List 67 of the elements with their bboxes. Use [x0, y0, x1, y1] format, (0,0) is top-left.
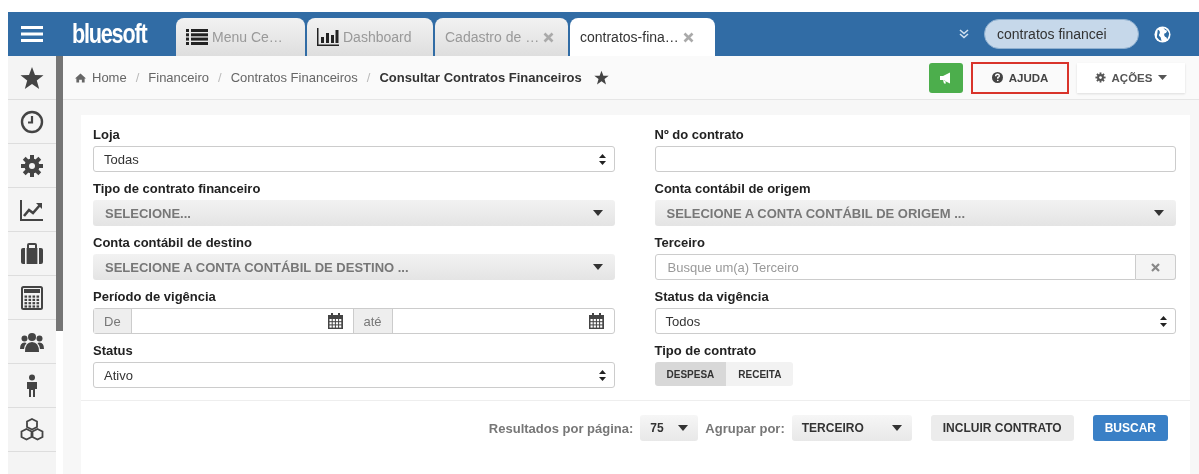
field-label: Nº do contrato	[654, 127, 745, 142]
group-by-dropdown[interactable]: TERCEIRO	[791, 415, 912, 441]
star-icon[interactable]	[593, 70, 609, 85]
clear-icon	[1151, 262, 1160, 272]
toggle-option[interactable]: DESPESA	[654, 362, 727, 386]
per-page-dropdown[interactable]: 75	[640, 415, 699, 441]
clock-icon[interactable]	[20, 109, 44, 134]
caret-icon	[1158, 75, 1168, 80]
help-button[interactable]: AJUDA	[971, 61, 1069, 94]
dropdown-field[interactable]: SELECIONE A CONTA CONTÁBIL DE DESTINO ...	[93, 254, 615, 280]
globe-icon[interactable]	[1154, 25, 1171, 43]
sort-arrows-icon	[598, 153, 606, 165]
select-field[interactable]: Todos	[654, 308, 1176, 334]
caret-icon	[592, 264, 603, 270]
breadcrumb-link[interactable]: Contratos Financeiros	[230, 70, 358, 85]
field-label: Tipo de contrato financeiro	[93, 181, 262, 196]
caret-icon	[1154, 210, 1164, 216]
search-button[interactable]: BUSCAR	[1092, 415, 1168, 441]
breadcrumb-separator: /	[218, 70, 222, 85]
cubes-icon[interactable]	[20, 417, 44, 442]
double-chevron-icon[interactable]	[959, 29, 969, 39]
star-icon[interactable]	[20, 65, 44, 90]
dropdown-field[interactable]: SELECIONE A CONTA CONTÁBIL DE ORIGEM ...	[654, 200, 1176, 226]
field-label: Conta contábil de destino	[93, 235, 253, 250]
briefcase-icon[interactable]	[20, 241, 44, 266]
search-field[interactable]: Busque um(a) Terceiro	[654, 254, 1136, 280]
tab[interactable]: contratos-fina…	[570, 18, 715, 56]
select-field[interactable]: Todas	[93, 146, 615, 172]
gear-icon[interactable]	[20, 153, 44, 178]
include-contract-button[interactable]: INCLUIR CONTRATO	[930, 415, 1074, 441]
breadcrumb-separator: /	[366, 70, 371, 85]
field-label: Período de vigência	[93, 289, 217, 304]
field-label: Loja	[93, 127, 121, 142]
settings-icon	[1094, 72, 1106, 83]
megaphone-icon	[939, 71, 953, 84]
home-icon	[75, 72, 86, 83]
sort-arrows-icon	[598, 369, 606, 381]
search-field[interactable]: contratos financei	[984, 19, 1139, 49]
field-label: Conta contábil de origem	[654, 181, 812, 196]
chart-icon[interactable]	[20, 197, 44, 222]
logo[interactable]: bluesoft	[56, 18, 152, 50]
actions-menu-button[interactable]: AÇÕES	[1077, 62, 1185, 93]
dropdown-field[interactable]: SELECIONE...	[93, 200, 615, 226]
input-field[interactable]	[654, 146, 1176, 172]
breadcrumb-link[interactable]: Financeiro	[148, 70, 209, 85]
scrollbar[interactable]	[56, 56, 63, 331]
group-by-label: Agrupar por:	[705, 420, 785, 436]
help-icon	[991, 72, 1003, 83]
sort-arrows-icon	[1160, 315, 1167, 327]
breadcrumb-separator: /	[135, 70, 140, 85]
megaphone-button[interactable]	[929, 62, 963, 93]
caret-icon	[592, 210, 603, 216]
caret-icon	[891, 425, 902, 431]
list-icon	[186, 29, 208, 45]
bar-chart-icon	[317, 28, 339, 46]
field-label: Tipo de contrato	[654, 343, 758, 358]
field-label: Terceiro	[654, 235, 706, 250]
breadcrumb-link[interactable]: Home	[92, 70, 127, 85]
caret-icon	[678, 425, 689, 431]
field-label: Status da vigência	[654, 289, 770, 304]
per-page-label: Resultados por página:	[488, 420, 634, 436]
calculator-icon[interactable]	[20, 285, 44, 310]
page-title: Consultar Contratos Financeiros	[379, 70, 582, 85]
field-label: Status	[93, 343, 134, 358]
toggle-option[interactable]: RECEITA	[726, 362, 794, 386]
clear-button[interactable]	[1136, 254, 1176, 280]
select-field[interactable]: Ativo	[93, 362, 615, 388]
